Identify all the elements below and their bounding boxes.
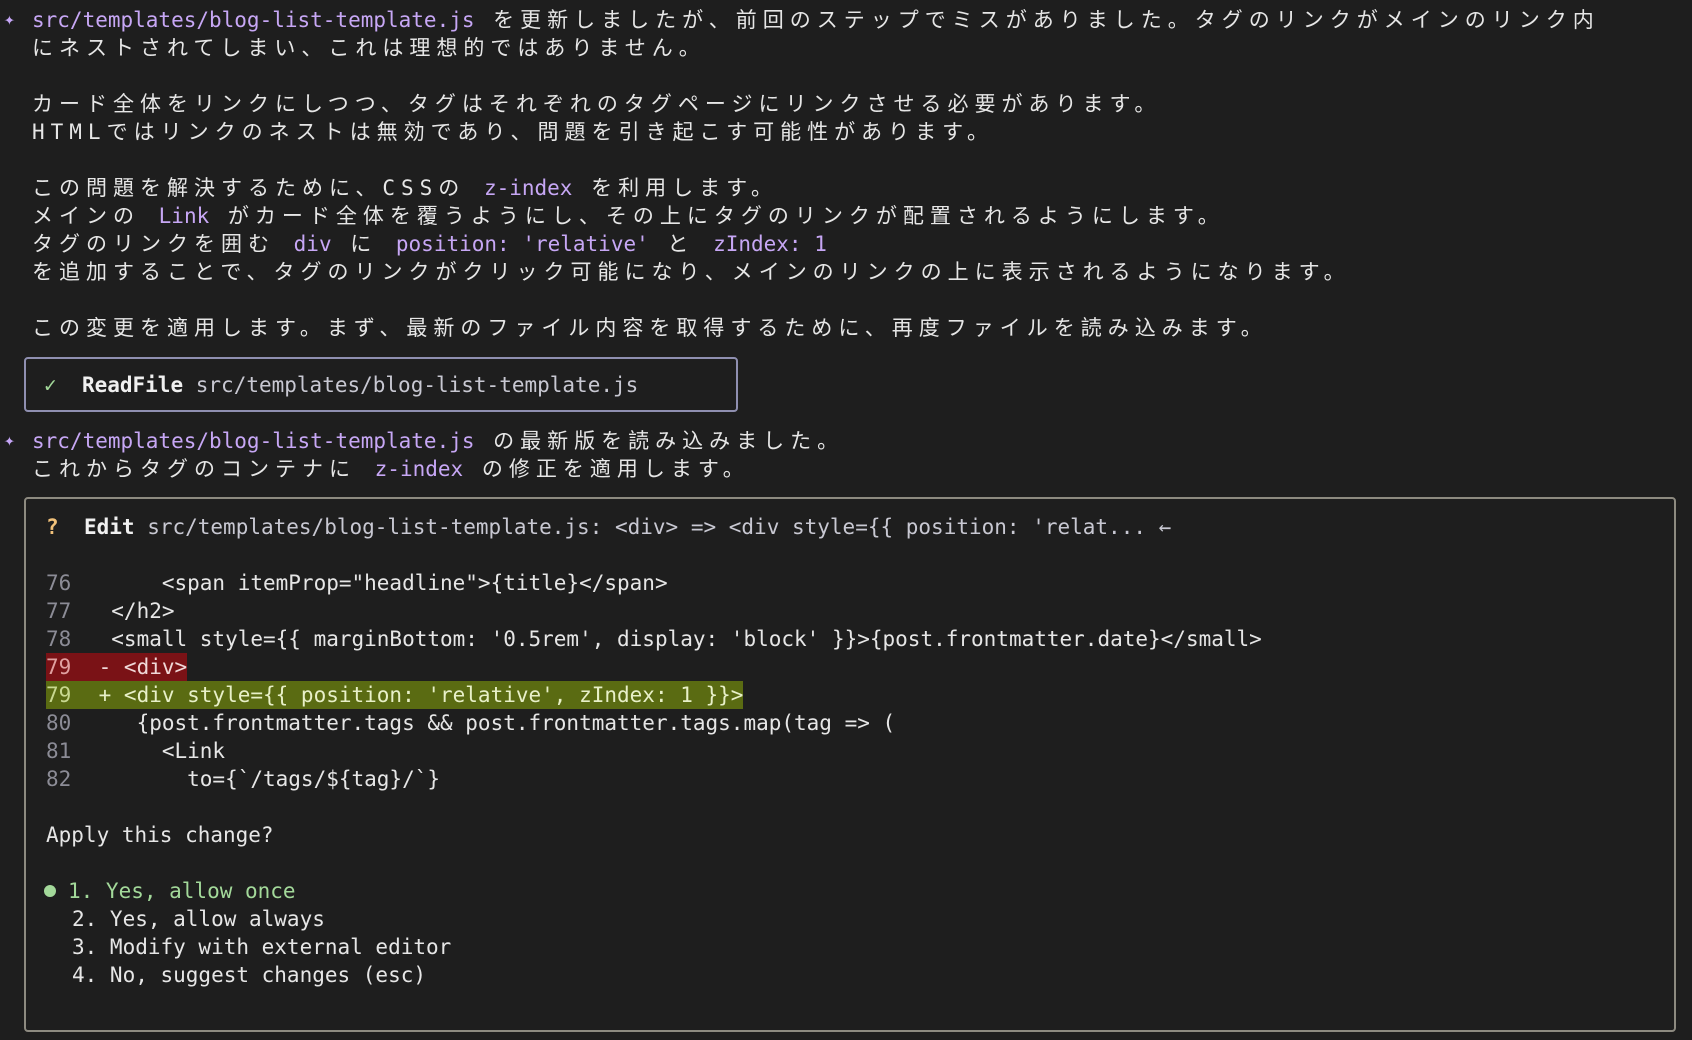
edit-header: ? Edit src/templates/blog-list-template.… — [46, 513, 1171, 541]
inline-code: z-index — [374, 457, 464, 481]
code-line-added: 79 + <div style={{ position: 'relative',… — [46, 681, 744, 709]
message-text: がカード全体を覆うようにし、その上にタグのリンクが配置されるようにします。 — [209, 204, 1225, 228]
message-line: これからタグのコンテナに z-index の修正を適用します。 — [32, 455, 750, 483]
tool-name: ReadFile — [81, 373, 184, 397]
message-text: これからタグのコンテナに — [32, 457, 375, 481]
file-path: src/templates/blog-list-template.js — [32, 8, 475, 32]
line-number: 81 — [46, 739, 72, 763]
edit-summary: src/templates/blog-list-template.js: <di… — [147, 515, 1172, 539]
option-allow-always[interactable]: 2. Yes, allow always — [72, 905, 325, 933]
code-text: {post.frontmatter.tags && post.frontmatt… — [86, 711, 896, 735]
message-text: の修正を適用します。 — [463, 457, 750, 481]
apply-prompt: Apply this change? — [46, 823, 274, 847]
code-text: to={`/tags/${tag}/`} — [86, 767, 441, 791]
inline-code: zIndex: 1 — [713, 232, 827, 256]
assistant-marker-icon: ✦ — [4, 430, 15, 451]
message-text: を更新しましたが、前回のステップでミスがありました。タグのリンクがメインのリンク… — [474, 8, 1600, 32]
code-line: 80 {post.frontmatter.tags && post.frontm… — [46, 709, 895, 737]
file-path: src/templates/blog-list-template.js — [32, 429, 475, 453]
readfile-tool-box: ✓ ReadFile src/templates/blog-list-templ… — [24, 357, 738, 412]
inline-code: Link — [158, 204, 210, 228]
line-number: 78 — [46, 627, 72, 651]
option-suggest-changes[interactable]: 4. No, suggest changes (esc) — [72, 961, 426, 989]
tool-path: src/templates/blog-list-template.js — [195, 373, 639, 397]
message-line: この問題を解決するために、CSSの z-index を利用します。 — [32, 174, 778, 202]
message-text: に — [331, 232, 396, 256]
message-text: タグのリンクを囲む — [32, 232, 294, 256]
option-allow-once[interactable]: 1. Yes, allow once — [44, 877, 296, 905]
message-line: にネストされてしまい、これは理想的ではありません。 — [32, 36, 706, 60]
code-text: + <div style={{ position: 'relative', zI… — [86, 683, 744, 707]
message-line: カード全体をリンクにしつつ、タグはそれぞれのタグページにリンクさせる必要がありま… — [32, 92, 1162, 116]
selected-dot-icon — [44, 885, 56, 897]
message-text: この問題を解決するために、CSSの — [32, 176, 484, 200]
code-line: 78 <small style={{ marginBottom: '0.5rem… — [46, 625, 1262, 653]
inline-code: position: 'relative' — [395, 232, 649, 256]
code-text: <small style={{ marginBottom: '0.5rem', … — [86, 627, 1262, 651]
message-line: src/templates/blog-list-template.js の最新版… — [32, 427, 844, 455]
code-text: </h2> — [86, 599, 175, 623]
message-line: この変更を適用します。まず、最新のファイル内容を取得するために、再度ファイルを読… — [32, 316, 1268, 340]
readfile-row: ✓ ReadFile src/templates/blog-list-templ… — [44, 371, 638, 399]
message-line: HTMLではリンクのネストは無効であり、問題を引き起こす可能性があります。 — [32, 120, 994, 144]
inline-code: div — [293, 232, 332, 256]
option-label: 3. Modify with external editor — [72, 935, 452, 959]
message-line: を追加することで、タグのリンクがクリック可能になり、メインのリンクの上に表示され… — [32, 260, 1351, 284]
message-text: を利用します。 — [572, 176, 779, 200]
message-line: src/templates/blog-list-template.js を更新し… — [32, 6, 1600, 34]
line-number: 76 — [46, 571, 72, 595]
option-external-editor[interactable]: 3. Modify with external editor — [72, 933, 451, 961]
code-text: <span itemProp="headline">{title}</span> — [86, 571, 668, 595]
message-line: メインの Link がカード全体を覆うようにし、その上にタグのリンクが配置される… — [32, 202, 1225, 230]
code-line: 81 <Link — [46, 737, 225, 765]
message-text: の最新版を読み込みました。 — [474, 429, 845, 453]
line-number: 80 — [46, 711, 72, 735]
assistant-marker-icon: ✦ — [4, 9, 15, 30]
message-text: と — [648, 232, 714, 256]
code-line-removed: 79 - <div> — [46, 653, 188, 681]
option-label: 1. Yes, allow once — [68, 879, 296, 903]
option-label: 4. No, suggest changes (esc) — [72, 963, 427, 987]
edit-confirmation-box: ? Edit src/templates/blog-list-template.… — [24, 497, 1676, 1032]
line-number: 79 — [46, 655, 72, 679]
code-line: 82 to={`/tags/${tag}/`} — [46, 765, 440, 793]
line-number: 77 — [46, 599, 72, 623]
question-icon: ? — [46, 515, 59, 539]
line-number: 82 — [46, 767, 72, 791]
option-label: 2. Yes, allow always — [72, 907, 325, 931]
code-text: <Link — [86, 739, 226, 763]
tool-name: Edit — [83, 515, 135, 539]
inline-code: z-index — [483, 176, 573, 200]
check-icon: ✓ — [44, 373, 57, 397]
code-line: 76 <span itemProp="headline">{title}</sp… — [46, 569, 668, 597]
code-line: 77 </h2> — [46, 597, 175, 625]
message-text: メインの — [32, 204, 159, 228]
code-text: - <div> — [86, 655, 188, 679]
message-line: タグのリンクを囲む div に position: 'relative' と z… — [32, 230, 827, 258]
line-number: 79 — [46, 683, 72, 707]
